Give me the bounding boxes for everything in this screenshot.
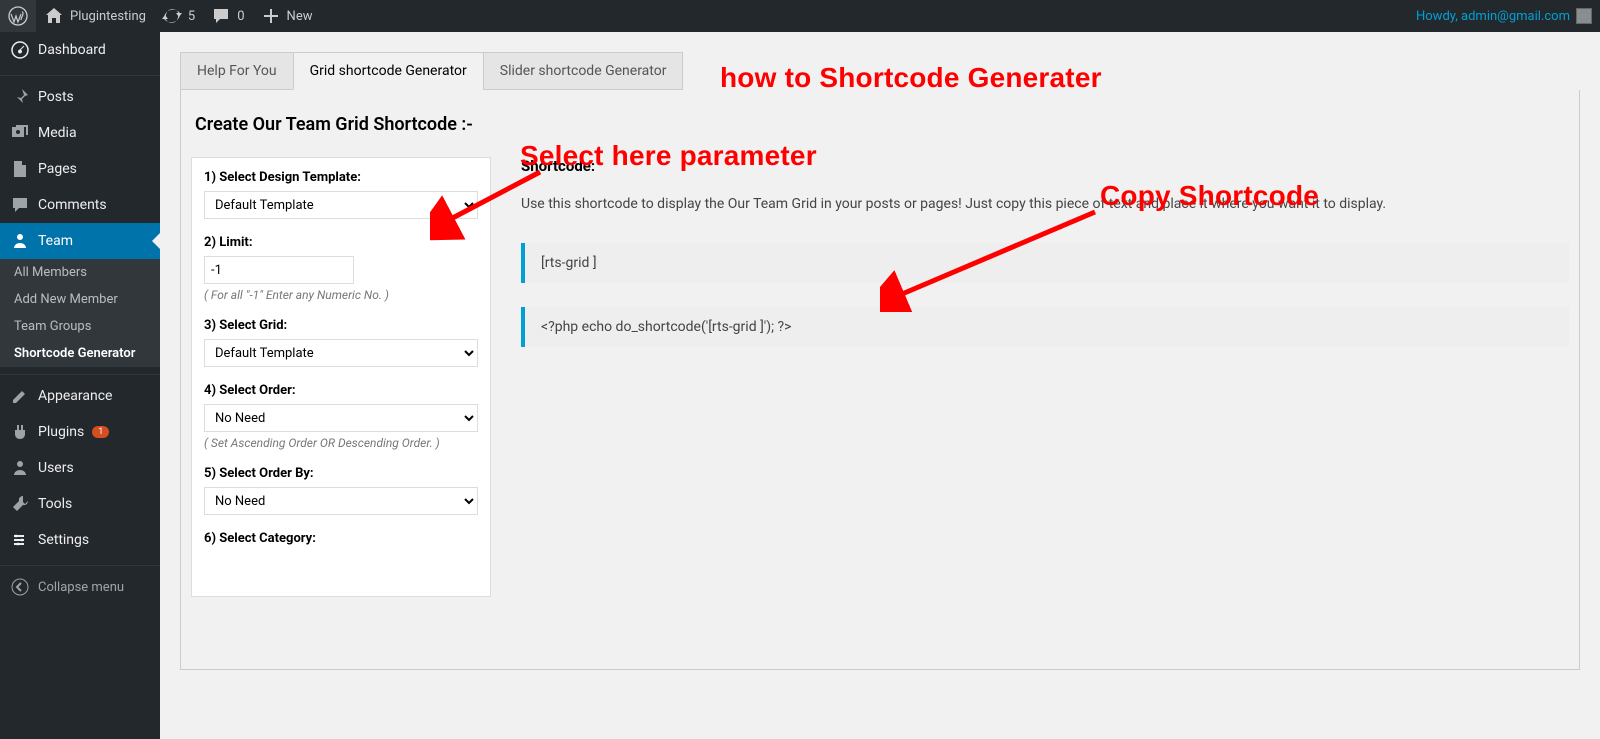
team-icon [10,231,30,251]
home-icon [44,6,64,26]
menu-settings[interactable]: Settings [0,522,160,558]
plugins-update-badge: 1 [92,426,109,438]
menu-media-label: Media [38,125,77,141]
tab-panel: Create Our Team Grid Shortcode :- 1) Sel… [180,90,1580,670]
field-order-hint: ( Set Ascending Order OR Descending Orde… [204,436,478,450]
menu-team-label: Team [38,233,73,249]
menu-appearance[interactable]: Appearance [0,378,160,414]
menu-team[interactable]: Team [0,223,160,259]
main-content: Help For You Grid shortcode Generator Sl… [160,32,1600,739]
menu-dashboard[interactable]: Dashboard [0,32,160,68]
pages-icon [10,159,30,179]
new-label: New [287,9,313,24]
select-grid[interactable]: Default Template [204,339,478,367]
field-grid-label: 3) Select Grid: [204,318,478,333]
admin-bar: Plugintesting 5 0 New Howdy, admin@gmail… [0,0,1600,32]
menu-tools[interactable]: Tools [0,486,160,522]
greeting: Howdy, admin@gmail.com [1416,9,1570,24]
menu-plugins-label: Plugins [38,424,84,440]
appearance-icon [10,386,30,406]
menu-plugins[interactable]: Plugins 1 [0,414,160,450]
updates-link[interactable]: 5 [154,0,203,32]
site-name-link[interactable]: Plugintesting [36,0,154,32]
menu-comments-label: Comments [38,197,107,213]
select-design-template[interactable]: Default Template [204,191,478,219]
field-orderby-label: 5) Select Order By: [204,466,478,481]
menu-dashboard-label: Dashboard [38,42,106,58]
site-name: Plugintesting [70,9,146,24]
menu-posts-label: Posts [38,89,74,105]
field-limit-label: 2) Limit: [204,235,478,250]
tabs: Help For You Grid shortcode Generator Sl… [180,52,1580,90]
page-title: Create Our Team Grid Shortcode :- [195,114,1569,135]
menu-posts[interactable]: Posts [0,79,160,115]
comments-count: 0 [237,9,244,24]
comments-icon [10,195,30,215]
field-category-label: 6) Select Category: [204,531,478,546]
menu-users-label: Users [38,460,74,476]
submenu-all-members[interactable]: All Members [0,259,160,286]
plus-icon [261,6,281,26]
submenu-team-groups[interactable]: Team Groups [0,313,160,340]
users-icon [10,458,30,478]
shortcode-description: Use this shortcode to display the Our Te… [521,193,1569,215]
parameter-panel: 1) Select Design Template: Default Templ… [191,157,491,597]
collapse-label: Collapse menu [38,580,124,595]
menu-comments[interactable]: Comments [0,187,160,223]
field-design-template-label: 1) Select Design Template: [204,170,478,185]
field-limit-hint: ( For all "-1" Enter any Numeric No. ) [204,288,478,302]
new-content-link[interactable]: New [253,0,321,32]
menu-appearance-label: Appearance [38,388,112,404]
shortcode-output[interactable]: [rts-grid ] [521,243,1569,283]
select-orderby[interactable]: No Need [204,487,478,515]
shortcode-heading: Shortcode: [521,157,1569,175]
comment-icon [211,6,231,26]
collapse-icon [10,577,30,597]
collapse-menu[interactable]: Collapse menu [0,569,160,605]
input-limit[interactable] [204,256,354,284]
comments-link[interactable]: 0 [203,0,252,32]
admin-sidebar: Dashboard Posts Media Pages Comments Tea… [0,32,160,739]
field-order-label: 4) Select Order: [204,383,478,398]
menu-users[interactable]: Users [0,450,160,486]
wordpress-icon [8,6,28,26]
tab-help[interactable]: Help For You [180,52,294,90]
dashboard-icon [10,40,30,60]
avatar [1576,8,1592,24]
plugins-icon [10,422,30,442]
select-order[interactable]: No Need [204,404,478,432]
tab-grid-generator[interactable]: Grid shortcode Generator [293,52,484,90]
wp-logo[interactable] [0,0,36,32]
submenu-team: All Members Add New Member Team Groups S… [0,259,160,367]
menu-media[interactable]: Media [0,115,160,151]
update-icon [162,6,182,26]
account-link[interactable]: Howdy, admin@gmail.com [1408,0,1600,32]
media-icon [10,123,30,143]
pin-icon [10,87,30,107]
menu-settings-label: Settings [38,532,89,548]
tools-icon [10,494,30,514]
tab-slider-generator[interactable]: Slider shortcode Generator [483,52,684,90]
settings-icon [10,530,30,550]
parameter-scroll[interactable]: 1) Select Design Template: Default Templ… [192,158,490,596]
menu-pages-label: Pages [38,161,77,177]
php-output[interactable]: <?php echo do_shortcode('[rts-grid ]'); … [521,307,1569,347]
menu-tools-label: Tools [38,496,72,512]
submenu-shortcode-gen[interactable]: Shortcode Generator [0,340,160,367]
submenu-add-member[interactable]: Add New Member [0,286,160,313]
updates-count: 5 [188,9,195,24]
menu-pages[interactable]: Pages [0,151,160,187]
